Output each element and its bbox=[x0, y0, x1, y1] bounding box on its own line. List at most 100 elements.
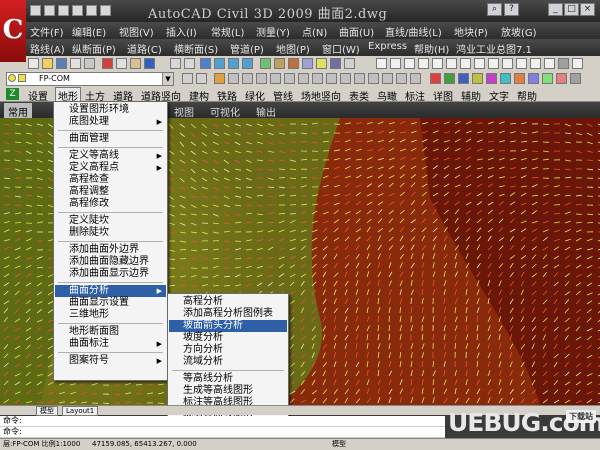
menu-window[interactable]: 窗口(W) bbox=[322, 41, 360, 56]
point-icon[interactable] bbox=[544, 58, 555, 69]
tool-palettes-icon[interactable] bbox=[288, 58, 299, 69]
cnmenu-details[interactable]: 详图 bbox=[433, 88, 453, 103]
left-menu-item[interactable]: 底图处理 ▶ bbox=[55, 116, 166, 128]
left-menu-item[interactable]: 曲面标注 ▶ bbox=[55, 338, 166, 350]
array-icon[interactable] bbox=[270, 73, 281, 84]
close-button[interactable]: × bbox=[580, 3, 595, 16]
sub-menu-item[interactable]: 坡度分析 bbox=[169, 332, 287, 344]
left-menu-item[interactable]: 图案符号 ▶ bbox=[55, 355, 166, 367]
snap-endpoint-icon[interactable] bbox=[430, 73, 441, 84]
cnmenu-auxiliary[interactable]: 辅助 bbox=[461, 88, 481, 103]
cnmenu-railway[interactable]: 铁路 bbox=[217, 88, 237, 103]
stretch-icon[interactable] bbox=[312, 73, 323, 84]
chamfer-icon[interactable] bbox=[382, 73, 393, 84]
explode-icon[interactable] bbox=[410, 73, 421, 84]
menu-pipes[interactable]: 管道(P) bbox=[230, 41, 264, 56]
undo-icon[interactable] bbox=[170, 58, 181, 69]
snap-extension-icon[interactable] bbox=[514, 73, 525, 84]
layer-manager-icon[interactable] bbox=[182, 73, 193, 84]
cnmenu-help[interactable]: 帮助 bbox=[517, 88, 537, 103]
polygon-icon[interactable] bbox=[418, 58, 429, 69]
tab-layout1[interactable]: Layout1 bbox=[62, 406, 99, 416]
layer-freeze-icon[interactable] bbox=[18, 74, 26, 82]
new-file-icon[interactable] bbox=[30, 5, 41, 16]
menu-profiles[interactable]: 纵断面(P) bbox=[72, 41, 116, 56]
menu-surface[interactable]: 曲面(U) bbox=[339, 24, 374, 39]
menu-grading[interactable]: 放坡(G) bbox=[501, 24, 537, 39]
snap-node-icon[interactable] bbox=[472, 73, 483, 84]
print-icon[interactable] bbox=[70, 58, 81, 69]
layer-dropdown[interactable]: FP-COM ▼ bbox=[6, 72, 174, 86]
snap-quadrant-icon[interactable] bbox=[486, 73, 497, 84]
help-icon[interactable] bbox=[344, 58, 355, 69]
spline-icon[interactable] bbox=[488, 58, 499, 69]
left-menu-item[interactable]: 曲面显示设置 bbox=[55, 297, 166, 309]
left-menu-item[interactable]: 定义陡坎 bbox=[55, 215, 166, 227]
cnmenu-greening[interactable]: 绿化 bbox=[245, 88, 265, 103]
left-menu-item[interactable]: 添加曲面外边界 bbox=[55, 244, 166, 256]
menu-hongye[interactable]: 鸿业工业总图7.1 bbox=[456, 41, 532, 56]
line-icon[interactable] bbox=[376, 58, 387, 69]
cnmenu-tables[interactable]: 表类 bbox=[349, 88, 369, 103]
cnmenu-annotation[interactable]: 标注 bbox=[405, 88, 425, 103]
offset-icon[interactable] bbox=[256, 73, 267, 84]
snap-none-icon[interactable] bbox=[570, 73, 581, 84]
left-menu-item[interactable]: 地形断面图 bbox=[55, 326, 166, 338]
circle-icon[interactable] bbox=[460, 58, 471, 69]
sub-menu-item[interactable]: 高程分析 bbox=[169, 296, 287, 308]
sub-menu-item[interactable]: 生成等高线图形 bbox=[169, 385, 287, 397]
minimize-button[interactable]: _ bbox=[548, 3, 563, 16]
menu-alignments[interactable]: 路线(A) bbox=[30, 41, 65, 56]
plugin-logo-icon[interactable]: Z bbox=[6, 88, 19, 100]
make-block-icon[interactable] bbox=[530, 58, 541, 69]
cnmenu-site-vertical[interactable]: 场地竖向 bbox=[301, 88, 341, 103]
menu-express[interactable]: Express bbox=[368, 41, 407, 52]
cnmenu-buildings[interactable]: 建构 bbox=[189, 88, 209, 103]
info-icon[interactable]: ? bbox=[504, 3, 519, 16]
rotate-icon[interactable] bbox=[284, 73, 295, 84]
break-icon[interactable] bbox=[354, 73, 365, 84]
maximize-button[interactable]: □ bbox=[564, 3, 579, 16]
app-logo-icon[interactable]: C bbox=[0, 0, 26, 62]
search-icon[interactable]: ⌕ bbox=[487, 3, 502, 16]
menu-sections[interactable]: 横断面(S) bbox=[174, 41, 218, 56]
move-icon[interactable] bbox=[214, 73, 225, 84]
status-model[interactable]: 模型 bbox=[332, 439, 346, 450]
left-menu-item[interactable]: 添加曲面显示边界 bbox=[55, 268, 166, 280]
hatch-icon[interactable] bbox=[558, 58, 569, 69]
extend-icon[interactable] bbox=[340, 73, 351, 84]
copy-icon[interactable] bbox=[116, 58, 127, 69]
zoom-window-icon[interactable] bbox=[228, 58, 239, 69]
construction-line-icon[interactable] bbox=[390, 58, 401, 69]
fillet-icon[interactable] bbox=[396, 73, 407, 84]
left-menu-item[interactable]: 添加曲面隐藏边界 bbox=[55, 256, 166, 268]
left-menu-item[interactable]: 删除陡坎 bbox=[55, 227, 166, 239]
calculator-icon[interactable] bbox=[330, 58, 341, 69]
cut-icon[interactable] bbox=[102, 58, 113, 69]
sub-menu-item[interactable]: 等高线分析 bbox=[169, 373, 287, 385]
mirror-icon[interactable] bbox=[242, 73, 253, 84]
cnmenu-text[interactable]: 文字 bbox=[489, 88, 509, 103]
tab-view[interactable]: 视图 bbox=[174, 104, 194, 119]
menu-insert[interactable]: 插入(I) bbox=[166, 24, 197, 39]
new-icon[interactable] bbox=[28, 58, 39, 69]
redo-icon[interactable] bbox=[184, 58, 195, 69]
snap-nearest-icon[interactable] bbox=[556, 73, 567, 84]
left-menu-item[interactable]: 曲面管理 bbox=[55, 133, 166, 145]
menu-lines-curves[interactable]: 直线/曲线(L) bbox=[385, 24, 442, 39]
insert-block-icon[interactable] bbox=[516, 58, 527, 69]
trim-icon[interactable] bbox=[326, 73, 337, 84]
left-menu-item[interactable]: 曲面分析 ▶ bbox=[55, 285, 166, 297]
left-menu-item[interactable]: 定义高程点 ▶ bbox=[55, 162, 166, 174]
cnmenu-pipelines[interactable]: 管线 bbox=[273, 88, 293, 103]
snap-center-icon[interactable] bbox=[458, 73, 469, 84]
ellipse-icon[interactable] bbox=[502, 58, 513, 69]
snap-perpendicular-icon[interactable] bbox=[528, 73, 539, 84]
snap-intersection-icon[interactable] bbox=[500, 73, 511, 84]
left-menu-item[interactable]: 高程修改 bbox=[55, 198, 166, 210]
match-properties-icon[interactable] bbox=[144, 58, 155, 69]
design-center-icon[interactable] bbox=[274, 58, 285, 69]
menu-view[interactable]: 视图(V) bbox=[119, 24, 154, 39]
polyline-icon[interactable] bbox=[404, 58, 415, 69]
cnmenu-birdseye[interactable]: 鸟瞰 bbox=[377, 88, 397, 103]
